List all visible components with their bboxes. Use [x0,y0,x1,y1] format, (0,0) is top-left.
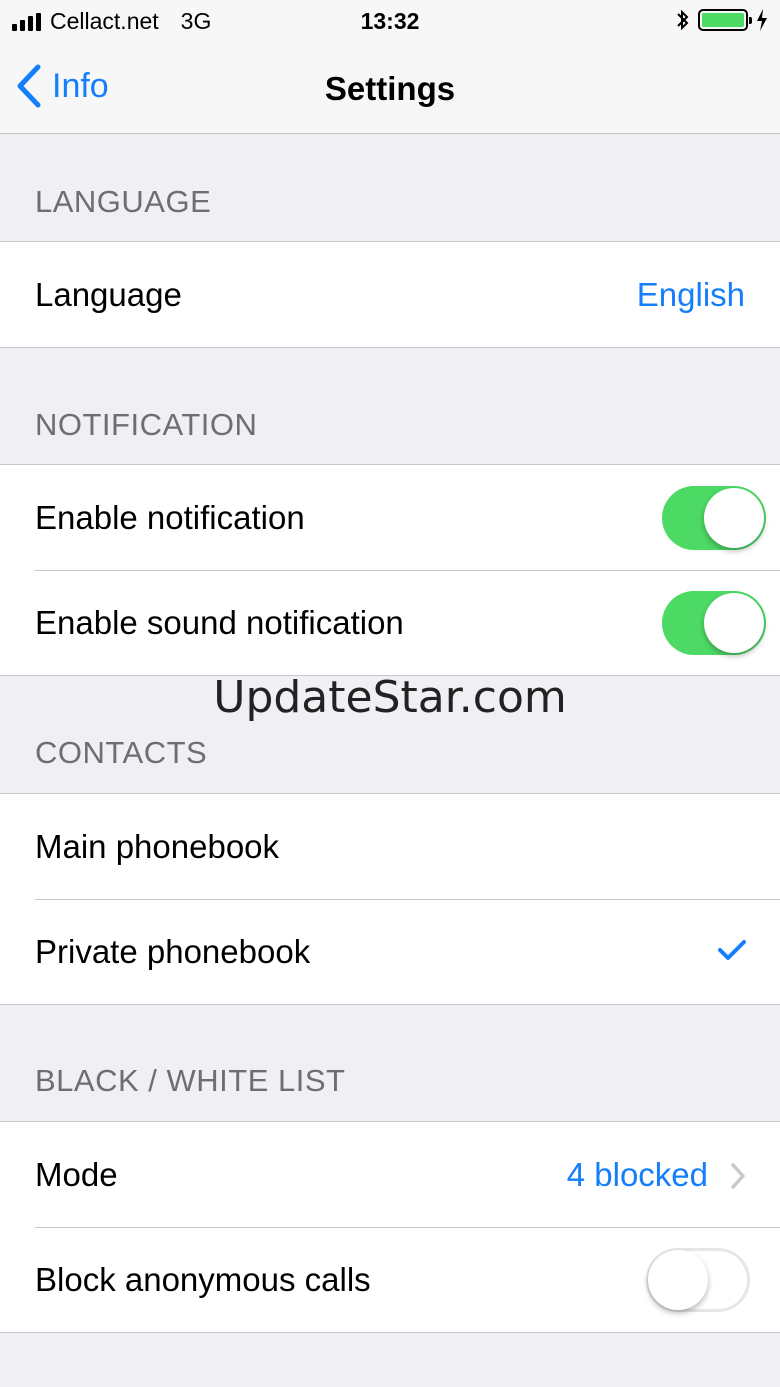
checkmark-icon [718,940,746,960]
page-title: Settings [324,70,456,107]
row-language[interactable]: Language English [0,242,780,347]
bluetooth-icon [677,9,689,31]
block-anonymous-calls-toggle[interactable] [646,1247,750,1312]
section-header-notification: NOTIFICATION [35,407,258,442]
section-header-black-white-list: BLACK / WHITE LIST [35,1063,346,1098]
status-time: 13:32 [360,8,420,34]
enable-sound-notification-toggle[interactable] [662,590,766,655]
charging-bolt-icon [757,9,767,31]
row-label: Enable notification [35,498,305,536]
watermark: UpdateStar.com [213,672,567,723]
row-block-anonymous-calls: Block anonymous calls [0,1227,780,1332]
group-black-white-list: Mode 4 blocked Block anonymous calls [0,1121,780,1333]
row-label: Private phonebook [35,932,311,970]
row-main-phonebook[interactable]: Main phonebook [0,794,780,899]
status-bar: Cellact.net 3G 13:32 [0,0,780,42]
row-enable-sound-notification: Enable sound notification [0,570,780,675]
group-notification: Enable notification Enable sound notific… [0,464,780,676]
section-header-contacts: CONTACTS [35,735,208,770]
row-private-phonebook[interactable]: Private phonebook [0,899,780,1004]
row-label: Main phonebook [35,827,280,865]
battery-icon [698,9,752,31]
group-language: Language English [0,241,780,348]
row-label: Enable sound notification [35,603,404,641]
toggle-knob [704,592,764,653]
row-mode[interactable]: Mode 4 blocked [0,1122,780,1227]
row-label: Block anonymous calls [35,1260,371,1298]
language-value: English [636,275,745,313]
navigation-bar: Info Settings [0,42,780,134]
row-label: Mode [35,1155,118,1193]
status-right [676,8,768,32]
enable-notification-toggle[interactable] [662,485,766,550]
row-label: Language [35,275,182,313]
toggle-knob [704,487,764,548]
battery-fill [702,13,744,27]
chevron-right-icon [731,1163,745,1189]
group-contacts: Main phonebook Private phonebook [0,793,780,1005]
row-enable-notification: Enable notification [0,465,780,570]
section-header-language: LANGUAGE [35,184,212,219]
toggle-knob [648,1249,708,1310]
mode-value: 4 blocked [566,1155,708,1193]
